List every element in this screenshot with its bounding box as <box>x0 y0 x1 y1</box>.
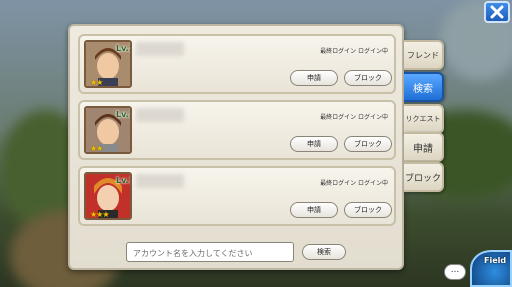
account-name-blurred <box>136 42 184 56</box>
tab-block[interactable]: ブロック <box>404 162 444 192</box>
apply-button[interactable]: 申請 <box>290 202 338 218</box>
level-label: Lv.22 <box>116 110 130 119</box>
apply-button[interactable]: 申請 <box>290 70 338 86</box>
tab-request[interactable]: リクエスト <box>404 104 444 134</box>
block-button[interactable]: ブロック <box>344 70 392 86</box>
tab-search[interactable]: 検索 <box>404 72 444 102</box>
last-login-text: 最終ログイン ログイン中 <box>320 180 388 187</box>
block-button[interactable]: ブロック <box>344 202 392 218</box>
search-result-card: Lv.15 ★★★ 最終ログイン ログイン中 申請 ブロック <box>78 166 396 226</box>
close-button[interactable] <box>484 1 510 23</box>
character-avatar[interactable]: Lv.22 ★★ <box>84 106 132 154</box>
search-result-list[interactable]: Lv.28 ★★ 最終ログイン ログイン中 申請 ブロック Lv.22 ★★ 最… <box>78 34 396 230</box>
last-login-text: 最終ログイン ログイン中 <box>320 114 388 121</box>
last-login-text: 最終ログイン ログイン中 <box>320 48 388 55</box>
block-button[interactable]: ブロック <box>344 136 392 152</box>
close-icon <box>490 5 504 19</box>
account-name-blurred <box>136 174 184 188</box>
friend-search-panel: Lv.28 ★★ 最終ログイン ログイン中 申請 ブロック Lv.22 ★★ 最… <box>68 24 404 270</box>
rarity-stars-icon: ★★★ <box>90 210 109 219</box>
level-label: Lv.15 <box>116 176 130 185</box>
chat-bubble-icon[interactable]: ... <box>444 264 466 280</box>
level-label: Lv.28 <box>116 44 130 53</box>
tab-apply[interactable]: 申請 <box>404 132 444 162</box>
rarity-stars-icon: ★★ <box>90 144 103 153</box>
apply-button[interactable]: 申請 <box>290 136 338 152</box>
character-avatar[interactable]: Lv.28 ★★ <box>84 40 132 88</box>
field-label: Field <box>484 256 507 265</box>
search-result-card: Lv.28 ★★ 最終ログイン ログイン中 申請 ブロック <box>78 34 396 94</box>
tab-friend[interactable]: フレンド <box>404 40 444 70</box>
account-name-input[interactable]: アカウント名を入力してください <box>126 242 294 262</box>
search-button[interactable]: 検索 <box>302 244 346 260</box>
character-avatar[interactable]: Lv.15 ★★★ <box>84 172 132 220</box>
account-name-blurred <box>136 108 184 122</box>
rarity-stars-icon: ★★ <box>90 78 103 87</box>
search-result-card: Lv.22 ★★ 最終ログイン ログイン中 申請 ブロック <box>78 100 396 160</box>
